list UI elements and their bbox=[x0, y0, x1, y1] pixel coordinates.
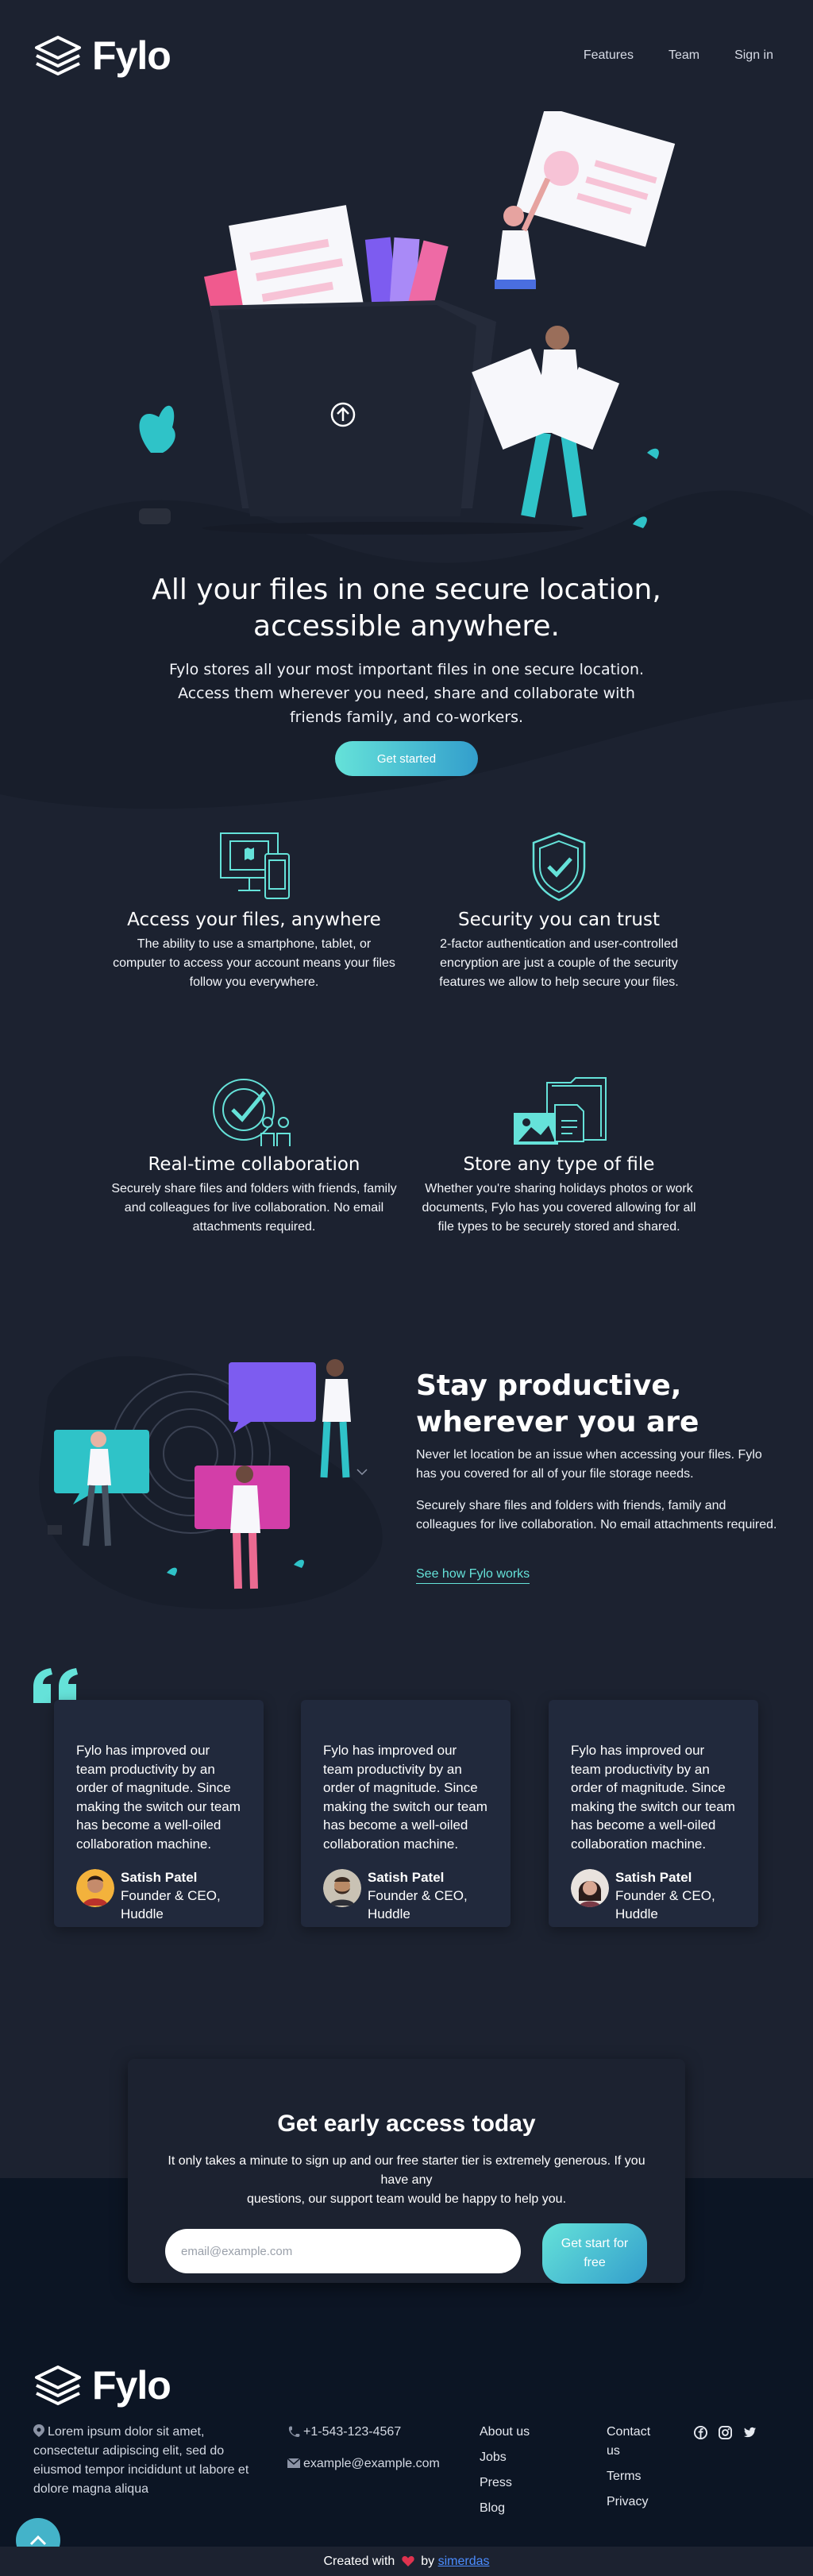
get-started-button[interactable]: Get started bbox=[335, 741, 478, 776]
testimonial-text: Fylo has improved our team productivity … bbox=[76, 1743, 241, 1852]
logo-icon bbox=[35, 36, 81, 75]
early-access-title: Get early access today bbox=[277, 2111, 536, 2137]
testimonial-text: Fylo has improved our team productivity … bbox=[571, 1743, 735, 1852]
heart-icon bbox=[402, 2555, 414, 2566]
productive-title-line2: wherever you are bbox=[416, 1406, 699, 1439]
footer-link-blog[interactable]: Blog bbox=[480, 2499, 530, 2518]
page: Fylo Features Team Sign in All your file… bbox=[0, 0, 813, 2576]
collaboration-icon bbox=[213, 1079, 291, 1146]
testimonial-card: Fylo has improved our team productivity … bbox=[54, 1700, 264, 1927]
feature-text: 2-factor authentication and user-control… bbox=[439, 937, 679, 989]
footer-links-2: Contact us Terms Privacy bbox=[607, 2423, 662, 2512]
feature-title: Store any type of file bbox=[463, 1154, 655, 1175]
credit-prefix: Created with bbox=[323, 2555, 395, 2568]
avatar bbox=[323, 1869, 361, 1907]
feature-text: The ability to use a smartphone, tablet,… bbox=[113, 937, 395, 989]
hero-illustration bbox=[139, 111, 676, 535]
get-start-free-button[interactable]: Get start for free bbox=[542, 2223, 647, 2284]
footer-contact: +1-543-123-4567 example@example.com bbox=[287, 2423, 440, 2474]
feature-access: Access your files, anywhere The ability … bbox=[111, 830, 397, 992]
instagram-icon[interactable] bbox=[719, 2426, 732, 2439]
chevron-up-icon bbox=[29, 2535, 47, 2546]
testimonial-text: Fylo has improved our team productivity … bbox=[323, 1743, 487, 1852]
productive-paragraph-1: Never let location be an issue when acce… bbox=[416, 1448, 762, 1481]
logo[interactable]: Fylo bbox=[33, 33, 171, 79]
footer-link-press[interactable]: Press bbox=[480, 2474, 530, 2493]
site-header: Fylo Features Team Sign in bbox=[33, 32, 773, 79]
feature-title: Real-time collaboration bbox=[148, 1154, 360, 1175]
footer-link-about[interactable]: About us bbox=[480, 2423, 530, 2442]
phone-icon bbox=[288, 2426, 300, 2437]
early-access-card: Get early access today It only takes a m… bbox=[128, 2059, 685, 2284]
footer-phone-text: +1-543-123-4567 bbox=[303, 2425, 402, 2439]
feature-text: Securely share files and folders with fr… bbox=[111, 1182, 397, 1234]
hero-title-line2: accessible anywhere. bbox=[253, 610, 560, 643]
avatar bbox=[76, 1869, 114, 1907]
author-name: Satish Patel bbox=[121, 1870, 198, 1885]
author-name: Satish Patel bbox=[615, 1870, 692, 1885]
author-role: Founder & CEO, Huddle bbox=[368, 1888, 468, 1921]
productive-title: Stay productive, wherever you are bbox=[416, 1368, 749, 1441]
footer-logo[interactable]: Fylo bbox=[33, 2362, 171, 2408]
testimonial-card: Fylo has improved our team productivity … bbox=[301, 1700, 511, 1927]
see-how-fylo-works-link[interactable]: See how Fylo works bbox=[416, 1567, 530, 1584]
location-icon bbox=[33, 2424, 44, 2437]
twitter-icon[interactable] bbox=[743, 2426, 757, 2439]
nav-features[interactable]: Features bbox=[584, 48, 634, 63]
footer-email-text: example@example.com bbox=[303, 2457, 440, 2470]
feature-collaboration: Real-time collaboration Securely share f… bbox=[111, 1075, 397, 1237]
footer-link-contact[interactable]: Contact us bbox=[607, 2423, 662, 2461]
nav-sign-in[interactable]: Sign in bbox=[734, 48, 773, 63]
mail-icon bbox=[287, 2458, 301, 2468]
feature-security: Security you can trust 2-factor authenti… bbox=[416, 830, 702, 992]
credit-by: by bbox=[421, 2555, 435, 2568]
feature-file-types: Store any type of file Whether you're sh… bbox=[416, 1075, 702, 1237]
footer-address: Lorem ipsum dolor sit amet, consectetur … bbox=[33, 2423, 272, 2499]
avatar bbox=[571, 1869, 609, 1907]
logo-icon bbox=[35, 2366, 81, 2405]
shield-check-icon bbox=[532, 832, 586, 902]
footer-logo-wordmark: Fylo bbox=[92, 2363, 171, 2408]
footer-address-text: Lorem ipsum dolor sit amet, consectetur … bbox=[33, 2425, 249, 2496]
feature-title: Security you can trust bbox=[457, 910, 660, 930]
footer-email: example@example.com bbox=[287, 2454, 440, 2474]
testimonial-author: Satish Patel Founder & CEO, Huddle bbox=[323, 1869, 488, 1923]
footer-links-1: About us Jobs Press Blog bbox=[480, 2423, 530, 2518]
testimonial-card: Fylo has improved our team productivity … bbox=[549, 1700, 758, 1927]
testimonial-author: Satish Patel Founder & CEO, Huddle bbox=[76, 1869, 241, 1923]
footer-link-privacy[interactable]: Privacy bbox=[607, 2493, 662, 2512]
main-nav: Features Team Sign in bbox=[584, 48, 773, 63]
author-role: Founder & CEO, Huddle bbox=[615, 1888, 715, 1921]
email-input[interactable] bbox=[165, 2229, 521, 2273]
logo-wordmark: Fylo bbox=[92, 33, 171, 78]
footer-link-terms[interactable]: Terms bbox=[607, 2467, 662, 2486]
footer-phone: +1-543-123-4567 bbox=[287, 2423, 440, 2442]
facebook-icon[interactable] bbox=[694, 2426, 707, 2439]
nav-team[interactable]: Team bbox=[669, 48, 699, 63]
footer-link-jobs[interactable]: Jobs bbox=[480, 2448, 530, 2467]
early-access-text: It only takes a minute to sign up and ou… bbox=[160, 2152, 653, 2209]
devices-icon bbox=[220, 832, 290, 899]
early-access-text-line1: It only takes a minute to sign up and ou… bbox=[168, 2154, 645, 2187]
footer-credit: Created with by simerdas bbox=[0, 2547, 813, 2576]
hero-text: Fylo stores all your most important file… bbox=[168, 661, 645, 726]
feature-text: Whether you're sharing holidays photos o… bbox=[422, 1182, 696, 1234]
productive-illustration bbox=[38, 1356, 383, 1609]
early-access-text-line2: questions, our support team would be hap… bbox=[246, 2192, 567, 2206]
productive-paragraph-2: Securely share files and folders with fr… bbox=[416, 1499, 777, 1531]
social-links bbox=[694, 2426, 757, 2439]
hero-title: All your files in one secure location, a… bbox=[0, 572, 813, 645]
author-name: Satish Patel bbox=[368, 1870, 445, 1885]
credit-author-link[interactable]: simerdas bbox=[438, 2555, 490, 2568]
productive-title-line1: Stay productive, bbox=[416, 1369, 682, 1402]
hero-title-line1: All your files in one secure location, bbox=[152, 574, 661, 606]
testimonial-author: Satish Patel Founder & CEO, Huddle bbox=[571, 1869, 736, 1923]
folder-files-icon bbox=[514, 1077, 607, 1145]
author-role: Founder & CEO, Huddle bbox=[121, 1888, 221, 1921]
feature-title: Access your files, anywhere bbox=[127, 910, 381, 930]
